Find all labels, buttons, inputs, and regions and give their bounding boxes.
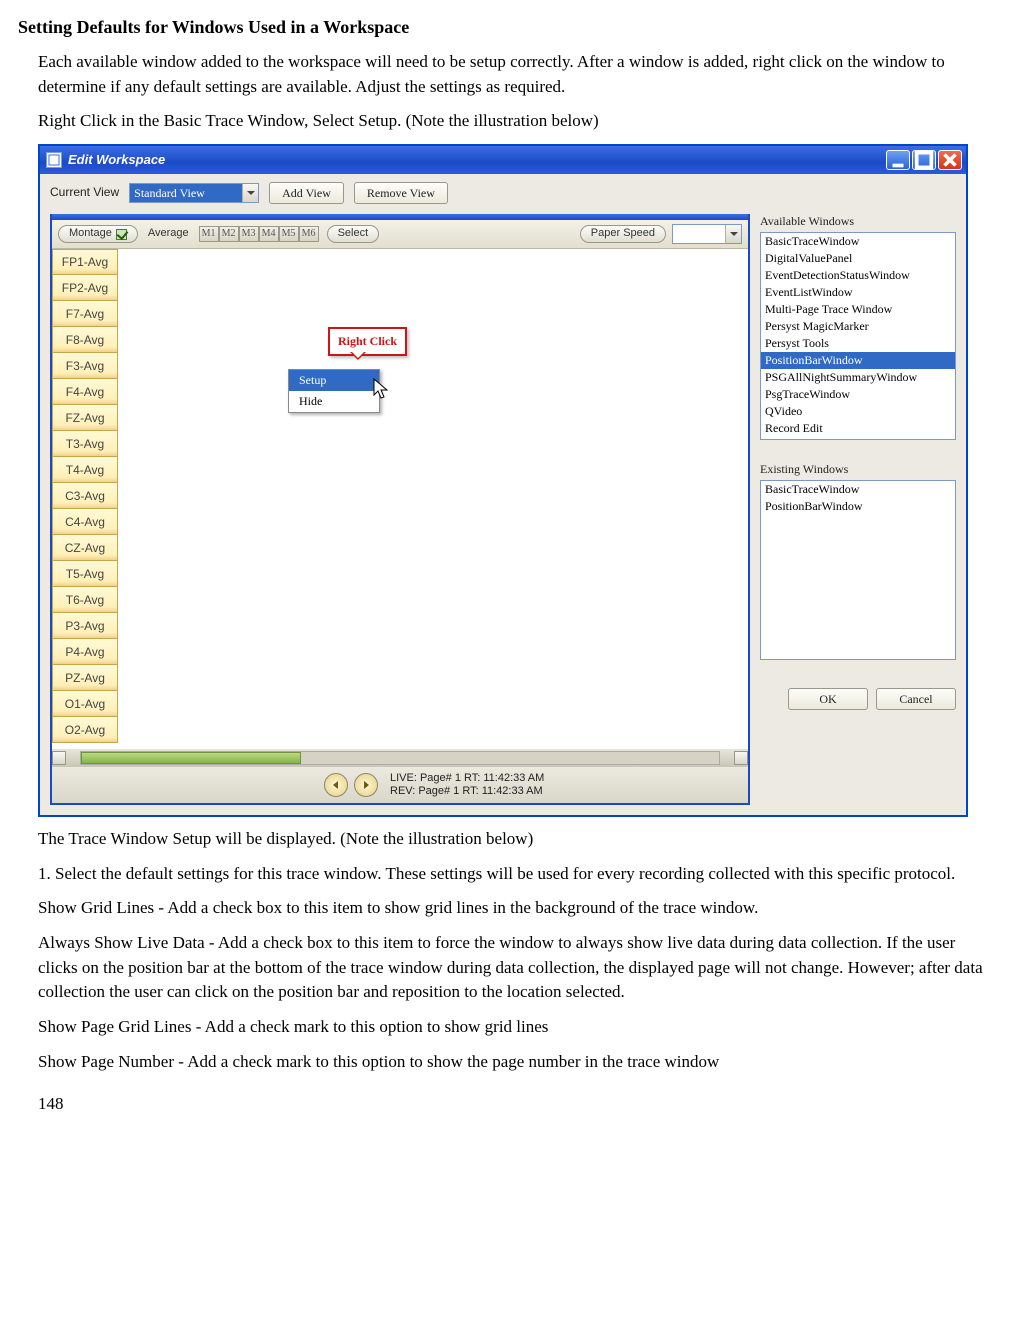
list-item[interactable]: PSGAllNightSummaryWindow	[761, 369, 955, 386]
channel-label[interactable]: C3-Avg	[52, 483, 118, 509]
channel-label[interactable]: P4-Avg	[52, 639, 118, 665]
list-item[interactable]: QVideo	[761, 403, 955, 420]
existing-windows-label: Existing Windows	[760, 462, 956, 477]
paper-speed-label: Paper Speed	[591, 226, 655, 242]
m-button[interactable]: M3	[239, 226, 259, 242]
trace-canvas[interactable]: Right Click Setup Hide	[118, 249, 748, 749]
channel-label[interactable]: F8-Avg	[52, 327, 118, 353]
channel-label[interactable]: CZ-Avg	[52, 535, 118, 561]
channel-label[interactable]: F7-Avg	[52, 301, 118, 327]
check-icon	[116, 229, 127, 240]
nav-forward-button[interactable]	[354, 773, 378, 797]
paragraph-7: Show Page Grid Lines - Add a check mark …	[38, 1015, 991, 1040]
existing-windows-listbox[interactable]: BasicTraceWindowPositionBarWindow	[760, 480, 956, 660]
right-click-callout: Right Click	[328, 327, 407, 356]
paper-speed-combo[interactable]	[672, 224, 742, 244]
channel-label[interactable]: P3-Avg	[52, 613, 118, 639]
scroll-right-button[interactable]	[734, 751, 748, 765]
nav-back-button[interactable]	[324, 773, 348, 797]
page-title: Setting Defaults for Windows Used in a W…	[18, 14, 991, 40]
select-button[interactable]: Select	[327, 225, 380, 243]
montage-label: Montage	[69, 226, 112, 242]
list-item[interactable]: Record Edit	[761, 420, 955, 437]
list-item[interactable]: PositionBarWindow	[761, 352, 955, 369]
add-view-button[interactable]: Add View	[269, 182, 344, 204]
available-windows-label: Available Windows	[760, 214, 956, 229]
average-label: Average	[144, 226, 193, 242]
channel-label[interactable]: T4-Avg	[52, 457, 118, 483]
channel-label[interactable]: O1-Avg	[52, 691, 118, 717]
list-item[interactable]: PositionBarWindow	[761, 498, 955, 515]
list-item[interactable]: BasicTraceWindow	[761, 233, 955, 250]
channel-label[interactable]: T6-Avg	[52, 587, 118, 613]
paragraph-8: Show Page Number - Add a check mark to t…	[38, 1050, 991, 1075]
trace-status-bar: LIVE: Page# 1 RT: 11:42:33 AM REV: Page#…	[52, 767, 748, 803]
minimize-button[interactable]	[886, 150, 910, 170]
view-row: Current View Add View Remove View	[50, 182, 956, 204]
channel-label[interactable]: PZ-Avg	[52, 665, 118, 691]
current-view-label: Current View	[50, 184, 119, 201]
list-item[interactable]: DigitalValuePanel	[761, 250, 955, 267]
list-item[interactable]: Multi-Page Trace Window	[761, 301, 955, 318]
basic-trace-window[interactable]: Montage Average M1M2M3M4M5M6 Select Pape…	[50, 214, 750, 805]
scroll-left-button[interactable]	[52, 751, 66, 765]
paragraph-3: The Trace Window Setup will be displayed…	[38, 827, 991, 852]
horizontal-scrollbar[interactable]	[52, 749, 748, 767]
status-live: LIVE: Page# 1 RT: 11:42:33 AM	[390, 772, 544, 785]
paper-speed-button[interactable]: Paper Speed	[580, 225, 666, 243]
remove-view-button[interactable]: Remove View	[354, 182, 448, 204]
m-button[interactable]: M1	[199, 226, 219, 242]
channel-label[interactable]: FP1-Avg	[52, 249, 118, 275]
window-title: Edit Workspace	[68, 151, 165, 170]
m-button[interactable]: M6	[299, 226, 319, 242]
list-item[interactable]: PsgTraceWindow	[761, 386, 955, 403]
list-item[interactable]: Persyst Tools	[761, 335, 955, 352]
list-item[interactable]: BasicTraceWindow	[761, 481, 955, 498]
trace-toolbar: Montage Average M1M2M3M4M5M6 Select Pape…	[52, 220, 748, 249]
list-item[interactable]: EventListWindow	[761, 284, 955, 301]
current-view-value[interactable]	[129, 183, 259, 203]
channel-label[interactable]: FP2-Avg	[52, 275, 118, 301]
channel-label[interactable]: C4-Avg	[52, 509, 118, 535]
edit-workspace-window: Edit Workspace Current View Add View Rem…	[38, 144, 968, 817]
chevron-down-icon[interactable]	[242, 184, 258, 202]
chevron-down-icon[interactable]	[725, 225, 741, 243]
paragraph-2: Right Click in the Basic Trace Window, S…	[38, 109, 991, 134]
page-number: 148	[38, 1092, 991, 1117]
available-windows-listbox[interactable]: BasicTraceWindowDigitalValuePanelEventDe…	[760, 232, 956, 440]
maximize-button[interactable]	[912, 150, 936, 170]
list-item[interactable]: EventDetectionStatusWindow	[761, 267, 955, 284]
status-rev: REV: Page# 1 RT: 11:42:33 AM	[390, 785, 544, 798]
channel-label[interactable]: FZ-Avg	[52, 405, 118, 431]
paragraph-4: 1. Select the default settings for this …	[38, 862, 991, 887]
window-titlebar[interactable]: Edit Workspace	[40, 146, 966, 174]
channel-label[interactable]: F4-Avg	[52, 379, 118, 405]
m-button[interactable]: M2	[219, 226, 239, 242]
paragraph-6: Always Show Live Data - Add a check box …	[38, 931, 991, 1005]
current-view-combo[interactable]	[129, 183, 259, 203]
channel-label[interactable]: T5-Avg	[52, 561, 118, 587]
paragraph-5: Show Grid Lines - Add a check box to thi…	[38, 896, 991, 921]
channel-label[interactable]: T3-Avg	[52, 431, 118, 457]
context-menu[interactable]: Setup Hide	[288, 369, 380, 413]
menu-setup[interactable]: Setup	[289, 370, 379, 391]
m-button[interactable]: M4	[259, 226, 279, 242]
close-button[interactable]	[938, 150, 962, 170]
channel-column: FP1-AvgFP2-AvgF7-AvgF8-AvgF3-AvgF4-AvgFZ…	[52, 249, 118, 749]
menu-hide[interactable]: Hide	[289, 391, 379, 412]
channel-label[interactable]: O2-Avg	[52, 717, 118, 743]
cancel-button[interactable]: Cancel	[876, 688, 956, 710]
channel-label[interactable]: F3-Avg	[52, 353, 118, 379]
app-icon	[46, 152, 62, 168]
ok-button[interactable]: OK	[788, 688, 868, 710]
scroll-thumb[interactable]	[81, 752, 301, 764]
montage-button[interactable]: Montage	[58, 225, 138, 243]
m-button[interactable]: M5	[279, 226, 299, 242]
list-item[interactable]: Persyst MagicMarker	[761, 318, 955, 335]
paragraph-1: Each available window added to the works…	[38, 50, 991, 99]
